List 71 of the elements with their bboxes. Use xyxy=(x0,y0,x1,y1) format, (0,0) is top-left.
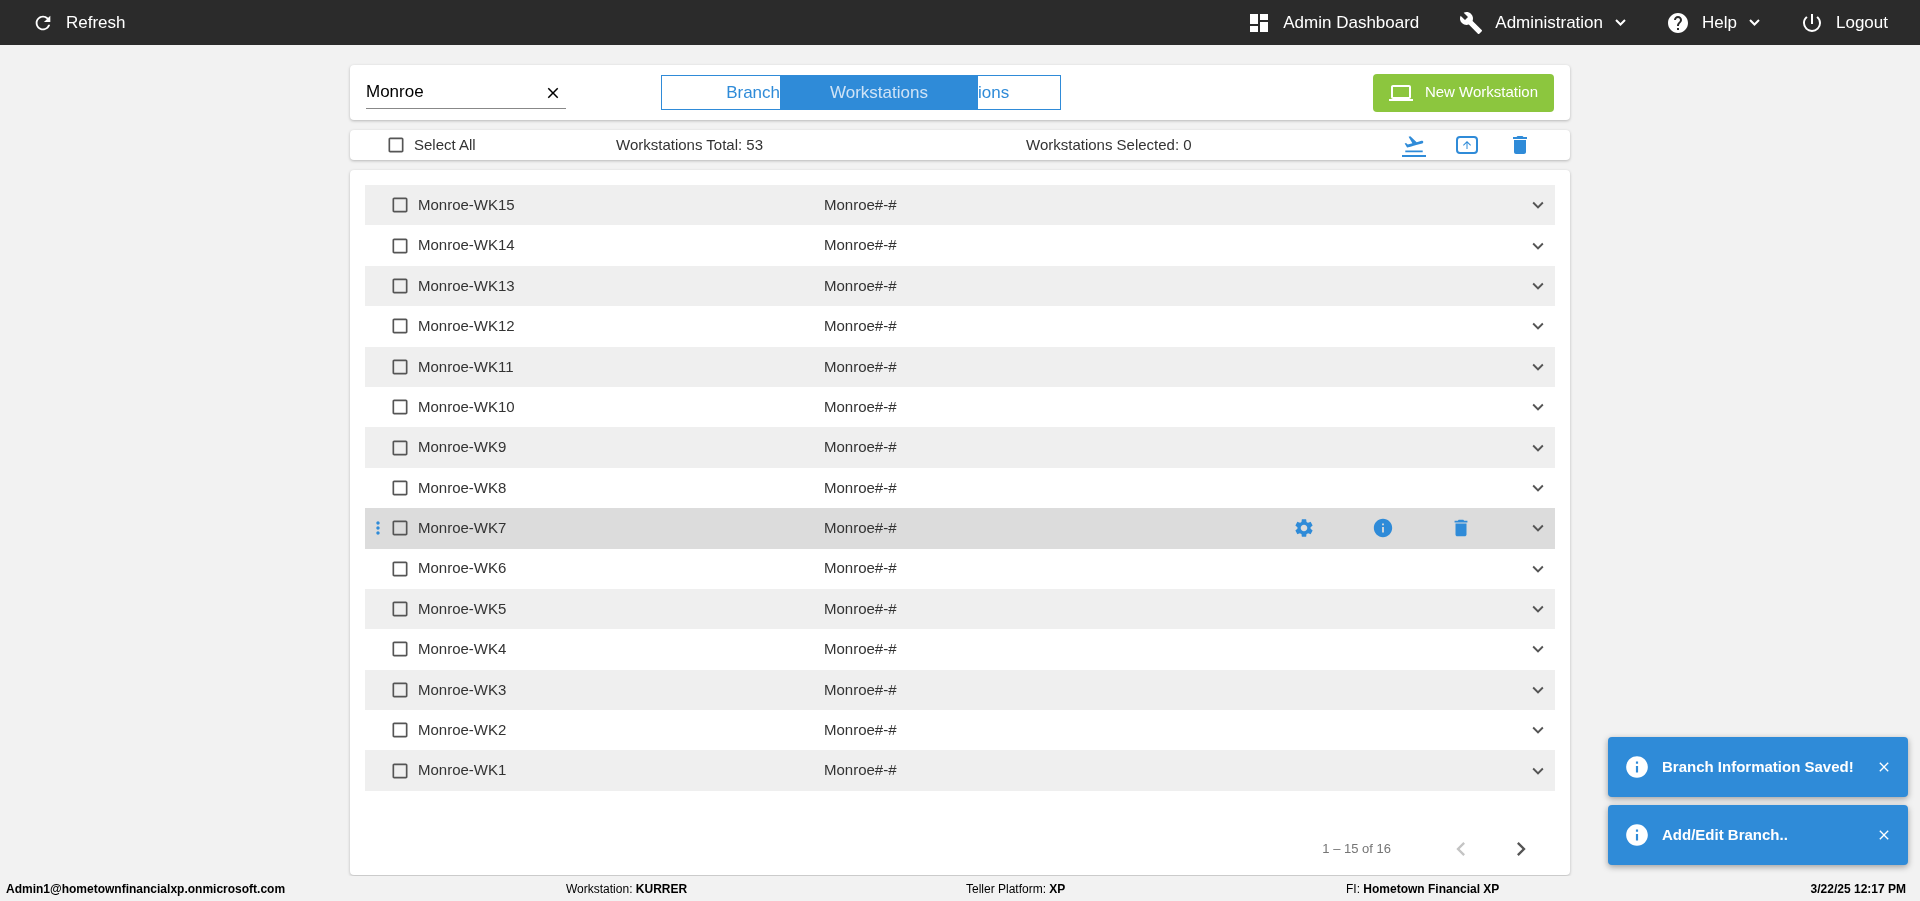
nav-menu-item[interactable]: Help xyxy=(1666,9,1760,36)
wrench-icon xyxy=(1459,10,1484,35)
workstation-row[interactable]: Monroe-WK13 Monroe#-# xyxy=(365,265,1555,307)
workstation-name: Monroe-WK6 xyxy=(418,558,508,579)
help-icon xyxy=(1666,10,1691,35)
page-range: 1 – 15 of 16 xyxy=(1322,840,1391,859)
workstation-row[interactable]: Monroe-WK5 Monroe#-# xyxy=(365,588,1555,630)
status-text: Admin1@hometownfinancialxp.onmicrosoft.com xyxy=(6,880,287,898)
refresh-button[interactable]: Refresh xyxy=(32,9,126,36)
checkbox[interactable] xyxy=(390,639,410,660)
workstations-selected: Workstations Selected: 0 xyxy=(1026,134,1192,155)
workstation-pattern: Monroe#-# xyxy=(824,275,898,296)
workstation-name: Monroe-WK11 xyxy=(418,356,515,377)
workstation-name: Monroe-WK15 xyxy=(418,194,516,215)
workstation-row[interactable]: Monroe-WK9 Monroe#-# xyxy=(365,427,1555,468)
workstation-row[interactable]: Monroe-WK3 Monroe#-# xyxy=(365,669,1555,711)
search-field[interactable]: Monroe xyxy=(366,76,566,109)
workstations-total: Workstations Total: 53 xyxy=(616,134,765,155)
checkbox[interactable] xyxy=(390,195,410,216)
status-text: Teller Platform: XP xyxy=(966,880,1067,898)
workstation-pattern: Monroe#-# xyxy=(824,760,898,781)
nav-menu-item[interactable]: Logout xyxy=(1800,9,1888,36)
workstation-name: Monroe-WK1 xyxy=(418,760,508,781)
workstation-pattern: Monroe#-# xyxy=(824,720,898,740)
workstation-name: Monroe-WK13 xyxy=(418,275,516,296)
checkbox[interactable] xyxy=(390,599,410,620)
workstation-name: Monroe-WK7 xyxy=(418,518,508,539)
info-icon xyxy=(1624,822,1650,848)
workstation-pattern: Monroe#-# xyxy=(824,235,898,256)
workstation-pattern: Monroe#-# xyxy=(824,558,898,579)
toast-message: Add/Edit Branch.. xyxy=(1662,824,1788,845)
upload-icon[interactable] xyxy=(1456,136,1478,154)
workstation-pattern: Monroe#-# xyxy=(824,437,898,458)
workstation-name: Monroe-WK2 xyxy=(418,720,508,740)
workstation-row[interactable]: Monroe-WK11 Monroe#-# xyxy=(365,346,1555,387)
workstation-name: Monroe-WK8 xyxy=(418,477,508,498)
info-icon[interactable] xyxy=(1372,517,1394,540)
checkbox[interactable] xyxy=(386,135,406,155)
workstation-pattern: Monroe#-# xyxy=(824,356,898,377)
workstation-pattern: Monroe#-# xyxy=(824,679,898,700)
workstation-name: Monroe-WK4 xyxy=(418,639,508,660)
status-text: Workstation: KURRER xyxy=(566,880,689,898)
workstation-pattern: Monroe#-# xyxy=(824,396,898,417)
workstation-name: Monroe-WK3 xyxy=(418,679,508,700)
workstation-row[interactable]: Monroe-WK7 Monroe#-# xyxy=(365,508,1555,549)
workstation-name: Monroe-WK14 xyxy=(418,235,516,256)
status-text: 3/22/25 12:17 PM xyxy=(1809,880,1907,898)
workstation-name: Monroe-WK5 xyxy=(418,598,508,619)
workstation-name: Monroe-WK12 xyxy=(418,316,516,337)
checkbox[interactable] xyxy=(390,518,410,539)
workstation-pattern: Monroe#-# xyxy=(824,598,898,619)
status-text: FI: Hometown Financial XP xyxy=(1346,880,1501,898)
workstation-row[interactable]: Monroe-WK1 Monroe#-# xyxy=(365,750,1555,791)
toast-message: Branch Information Saved! xyxy=(1662,756,1854,777)
workstation-pattern: Monroe#-# xyxy=(824,316,898,337)
workstation-pattern: Monroe#-# xyxy=(824,639,898,660)
workstation-pattern: Monroe#-# xyxy=(824,477,898,498)
airplane-icon[interactable] xyxy=(1402,133,1426,157)
checkbox[interactable] xyxy=(390,397,410,418)
workstation-pattern: Monroe#-# xyxy=(824,194,898,215)
nav-menu-item[interactable]: Admin Dashboard xyxy=(1247,9,1420,36)
select-all-label: Select All xyxy=(414,134,476,155)
settings-icon[interactable] xyxy=(1293,517,1315,540)
workstation-pattern: Monroe#-# xyxy=(824,518,898,539)
checkbox[interactable] xyxy=(390,316,410,337)
nav-menu-item[interactable]: Administration xyxy=(1459,9,1627,36)
checkbox[interactable] xyxy=(390,720,410,741)
workstation-row[interactable]: Monroe-WK15 Monroe#-# xyxy=(365,185,1555,226)
workstation-name: Monroe-WK9 xyxy=(418,437,508,458)
workstation-name: Monroe-WK10 xyxy=(418,396,516,417)
info-icon xyxy=(1624,754,1650,780)
